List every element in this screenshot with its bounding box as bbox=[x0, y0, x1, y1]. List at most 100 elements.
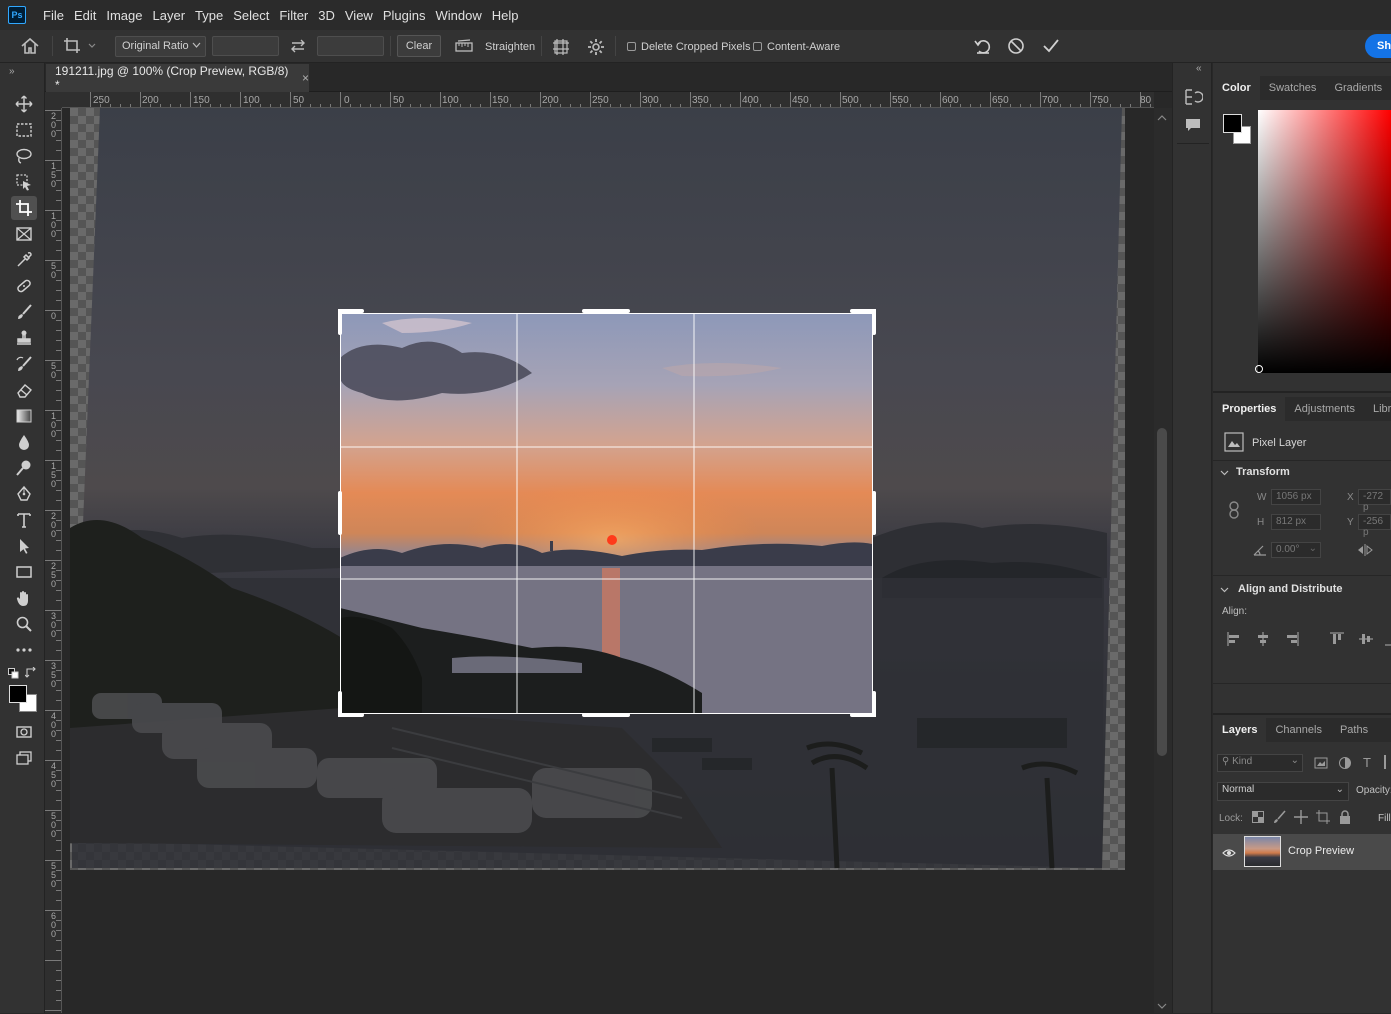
tab-gradients[interactable]: Gradients bbox=[1325, 76, 1391, 100]
content-aware-label[interactable]: Content-Aware bbox=[767, 41, 840, 53]
color-picker-field[interactable] bbox=[1258, 110, 1391, 373]
filter-type-icon[interactable]: T bbox=[1363, 755, 1371, 770]
share-button[interactable]: Sh bbox=[1365, 34, 1391, 58]
canvas-area[interactable] bbox=[62, 108, 1154, 1013]
marquee-tool-icon[interactable] bbox=[11, 118, 37, 142]
type-tool-icon[interactable] bbox=[11, 508, 37, 532]
align-center-icon[interactable] bbox=[1255, 631, 1271, 650]
menu-edit[interactable]: Edit bbox=[69, 8, 101, 23]
eye-icon[interactable] bbox=[1222, 847, 1236, 861]
ruler-origin[interactable] bbox=[45, 92, 62, 108]
transform-chevron-icon[interactable] bbox=[1220, 466, 1229, 480]
tab-paths[interactable]: Paths bbox=[1331, 718, 1377, 742]
ratio-height-input[interactable] bbox=[317, 36, 384, 56]
gear-icon[interactable] bbox=[587, 38, 605, 59]
align-right-icon[interactable] bbox=[1284, 631, 1300, 650]
frame-tool-icon[interactable] bbox=[11, 222, 37, 246]
align-left-icon[interactable] bbox=[1226, 631, 1242, 650]
zoom-tool-icon[interactable] bbox=[11, 612, 37, 636]
color-picker-cursor[interactable] bbox=[1255, 365, 1263, 373]
menu-type[interactable]: Type bbox=[190, 8, 228, 23]
tab-properties[interactable]: Properties bbox=[1213, 397, 1286, 421]
transform-title[interactable]: Transform bbox=[1236, 466, 1290, 478]
object-selection-tool-icon[interactable] bbox=[11, 170, 37, 194]
layer-name[interactable]: Crop Preview bbox=[1288, 845, 1354, 857]
path-selection-tool-icon[interactable] bbox=[11, 534, 37, 558]
eraser-tool-icon[interactable] bbox=[11, 378, 37, 402]
scroll-down-icon[interactable] bbox=[1156, 1000, 1168, 1014]
tab-channels[interactable]: Channels bbox=[1266, 718, 1330, 742]
cancel-icon[interactable] bbox=[1006, 36, 1026, 59]
layer-row[interactable]: Crop Preview bbox=[1213, 834, 1391, 870]
expand-toolbar-icon[interactable]: » bbox=[9, 66, 15, 77]
dodge-tool-icon[interactable] bbox=[11, 456, 37, 480]
crop-tool-icon[interactable] bbox=[11, 196, 37, 220]
lock-transparent-icon[interactable] bbox=[1252, 811, 1264, 826]
filter-adjustment-icon[interactable] bbox=[1338, 756, 1352, 773]
width-field[interactable]: 1056 px bbox=[1271, 489, 1321, 505]
menu-filter[interactable]: Filter bbox=[274, 8, 313, 23]
comments-panel-icon[interactable] bbox=[1183, 115, 1203, 138]
align-bottom-icon[interactable] bbox=[1385, 631, 1391, 650]
angle-field[interactable]: 0.00° ⌄ bbox=[1271, 542, 1321, 558]
menu-file[interactable]: File bbox=[38, 8, 69, 23]
fill-label[interactable]: Fill: bbox=[1378, 813, 1391, 824]
lock-all-icon[interactable] bbox=[1339, 810, 1351, 827]
vertical-scrollbar-thumb[interactable] bbox=[1157, 428, 1167, 756]
layer-filter-select[interactable]: ⚲ Kind ⌄ bbox=[1217, 754, 1303, 772]
clear-button[interactable]: Clear bbox=[397, 35, 441, 57]
lock-artboard-icon[interactable] bbox=[1316, 810, 1330, 827]
tab-libraries[interactable]: Librar bbox=[1364, 397, 1391, 421]
lasso-tool-icon[interactable] bbox=[11, 144, 37, 168]
quick-mask-icon[interactable] bbox=[11, 720, 37, 744]
foreground-color-swatch[interactable] bbox=[9, 685, 27, 703]
gradient-tool-icon[interactable] bbox=[11, 404, 37, 428]
flip-horizontal-icon[interactable] bbox=[1357, 544, 1373, 559]
swap-icon[interactable] bbox=[289, 38, 307, 57]
blend-mode-select[interactable]: Normal ⌄ bbox=[1217, 782, 1349, 801]
delete-cropped-checkbox[interactable] bbox=[627, 42, 636, 51]
move-tool-icon[interactable] bbox=[11, 92, 37, 116]
hand-tool-icon[interactable] bbox=[11, 586, 37, 610]
height-field[interactable]: 812 px bbox=[1271, 514, 1321, 530]
commit-check-icon[interactable] bbox=[1041, 36, 1061, 59]
eyedropper-tool-icon[interactable] bbox=[11, 248, 37, 272]
menu-layer[interactable]: Layer bbox=[148, 8, 191, 23]
lock-position-icon[interactable] bbox=[1294, 810, 1308, 827]
tab-layers[interactable]: Layers bbox=[1213, 718, 1267, 742]
ratio-width-input[interactable] bbox=[212, 36, 279, 56]
panel-foreground-swatch[interactable] bbox=[1223, 114, 1242, 133]
x-field[interactable]: -272 p bbox=[1358, 489, 1391, 513]
content-aware-checkbox[interactable] bbox=[753, 42, 762, 51]
filter-pixel-icon[interactable] bbox=[1314, 756, 1328, 773]
rectangle-tool-icon[interactable] bbox=[11, 560, 37, 584]
menu-select[interactable]: Select bbox=[228, 8, 274, 23]
menu-image[interactable]: Image bbox=[101, 8, 147, 23]
align-chevron-icon[interactable] bbox=[1220, 583, 1229, 597]
scroll-up-icon[interactable] bbox=[1156, 112, 1168, 126]
menu-plugins[interactable]: Plugins bbox=[378, 8, 431, 23]
align-distribute-title[interactable]: Align and Distribute bbox=[1238, 583, 1343, 595]
reset-icon[interactable] bbox=[973, 36, 993, 59]
blur-tool-icon[interactable] bbox=[11, 430, 37, 454]
document-tab[interactable]: 191211.jpg @ 100% (Crop Preview, RGB/8) … bbox=[46, 64, 309, 92]
menu-window[interactable]: Window bbox=[430, 8, 486, 23]
tab-color[interactable]: Color bbox=[1213, 76, 1260, 100]
collapse-panels-icon[interactable]: « bbox=[1196, 63, 1202, 74]
y-field[interactable]: -256 p bbox=[1358, 514, 1391, 538]
pen-tool-icon[interactable] bbox=[11, 482, 37, 506]
swap-colors-icon[interactable] bbox=[24, 666, 37, 682]
screen-mode-icon[interactable] bbox=[11, 746, 37, 770]
straighten-label[interactable]: Straighten bbox=[485, 41, 535, 53]
lock-pixels-icon[interactable] bbox=[1273, 810, 1287, 827]
more-tools-icon[interactable] bbox=[11, 638, 37, 662]
home-icon[interactable] bbox=[20, 37, 40, 58]
link-icon[interactable] bbox=[1227, 501, 1241, 522]
align-top-icon[interactable] bbox=[1329, 631, 1345, 650]
delete-cropped-label[interactable]: Delete Cropped Pixels bbox=[641, 41, 750, 53]
close-tab-icon[interactable]: × bbox=[302, 71, 309, 85]
grid-overlay-icon[interactable] bbox=[552, 38, 570, 59]
tab-adjustments[interactable]: Adjustments bbox=[1285, 397, 1364, 421]
history-panel-icon[interactable] bbox=[1183, 87, 1204, 110]
menu-help[interactable]: Help bbox=[487, 8, 524, 23]
